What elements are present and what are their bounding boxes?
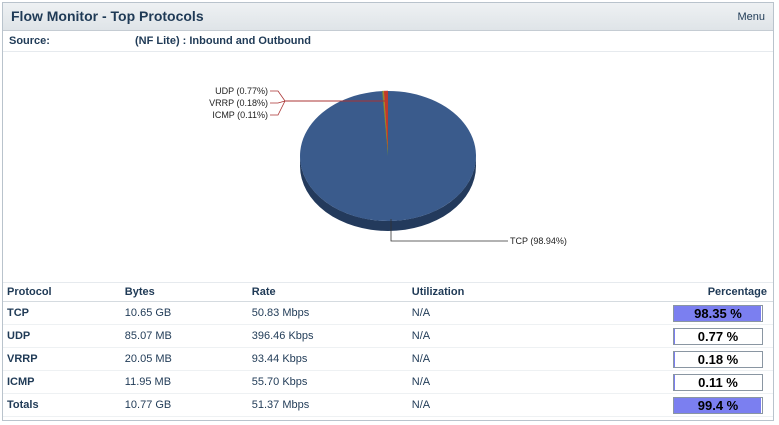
header-rate: Rate (247, 282, 408, 302)
source-row: Source: (NF Lite) : Inbound and Outbound (3, 31, 773, 52)
table-row: VRRP 20.05 MB 93.44 Kbps N/A 0.18 % (3, 347, 773, 371)
percentage-bar: 0.18 % (673, 350, 763, 368)
pie-label-icmp: ICMP (0.11%) (212, 110, 268, 120)
percentage-value: 99.4 % (697, 397, 739, 413)
percentage-value: 0.77 % (697, 328, 739, 344)
source-value: (NF Lite) : Inbound and Outbound (135, 35, 311, 47)
header-percentage: Percentage (669, 282, 773, 302)
cell-bytes: 10.65 GB (120, 301, 248, 325)
pie-chart-svg: UDP (0.77%) VRRP (0.18%) ICMP (0.11%) TCP (… (209, 86, 567, 246)
cell-bytes: 11.95 MB (120, 370, 248, 394)
cell-percentage: 0.77 % (669, 324, 773, 348)
table-row: TCP 10.65 GB 50.83 Mbps N/A 98.35 % (3, 301, 773, 325)
cell-rate: 55.70 Kbps (247, 370, 408, 394)
top-protocols-panel: Flow Monitor - Top Protocols Menu Source… (2, 2, 774, 421)
percentage-bar: 0.11 % (673, 373, 763, 391)
table-row: UDP 85.07 MB 396.46 Kbps N/A 0.77 % (3, 324, 773, 348)
percentage-value: 0.18 % (697, 351, 739, 367)
cell-rate: 51.37 Mbps (247, 393, 408, 417)
cell-protocol: VRRP (3, 347, 121, 371)
cell-utilization: N/A (407, 301, 669, 325)
header-protocol: Protocol (3, 282, 121, 302)
cell-protocol: UDP (3, 324, 121, 348)
cell-bytes: 20.05 MB (120, 347, 248, 371)
protocol-table: Protocol Bytes Rate Utilization Percenta… (3, 282, 773, 417)
protocol-pie-chart: UDP (0.77%) VRRP (0.18%) ICMP (0.11%) TCP (… (3, 53, 775, 281)
table-row: ICMP 11.95 MB 55.70 Kbps N/A 0.11 % (3, 370, 773, 394)
cell-bytes: 85.07 MB (120, 324, 248, 348)
cell-rate: 93.44 Kbps (247, 347, 408, 371)
cell-protocol: TCP (3, 301, 121, 325)
percentage-value: 98.35 % (694, 305, 742, 321)
cell-utilization: N/A (407, 324, 669, 348)
header-bytes: Bytes (120, 282, 248, 302)
panel-title: Flow Monitor - Top Protocols (11, 8, 204, 24)
pie-label-tcp: TCP (98.94%) (510, 236, 567, 246)
cell-protocol: ICMP (3, 370, 121, 394)
cell-percentage: 0.18 % (669, 347, 773, 371)
cell-percentage: 99.4 % (669, 393, 773, 417)
panel-titlebar: Flow Monitor - Top Protocols Menu (3, 3, 773, 31)
percentage-bar-fill (674, 328, 675, 344)
cell-rate: 50.83 Mbps (247, 301, 408, 325)
cell-protocol: Totals (3, 393, 121, 417)
cell-percentage: 98.35 % (669, 301, 773, 325)
source-label: Source: (9, 35, 50, 47)
cell-utilization: N/A (407, 393, 669, 417)
table-row: Totals 10.77 GB 51.37 Mbps N/A 99.4 % (3, 393, 773, 417)
cell-utilization: N/A (407, 347, 669, 371)
table-header-row: Protocol Bytes Rate Utilization Percenta… (3, 282, 773, 302)
percentage-bar: 99.4 % (673, 396, 763, 414)
percentage-bar: 0.77 % (673, 327, 763, 345)
cell-percentage: 0.11 % (669, 370, 773, 394)
pie-label-vrrp: VRRP (0.18%) (209, 98, 268, 108)
menu-button[interactable]: Menu (737, 11, 765, 23)
percentage-bar: 98.35 % (673, 304, 763, 322)
header-utilization: Utilization (407, 282, 669, 302)
pie-label-udp: UDP (0.77%) (215, 86, 268, 96)
percentage-value: 0.11 % (698, 374, 738, 390)
cell-rate: 396.46 Kbps (247, 324, 408, 348)
cell-bytes: 10.77 GB (120, 393, 248, 417)
cell-utilization: N/A (407, 370, 669, 394)
